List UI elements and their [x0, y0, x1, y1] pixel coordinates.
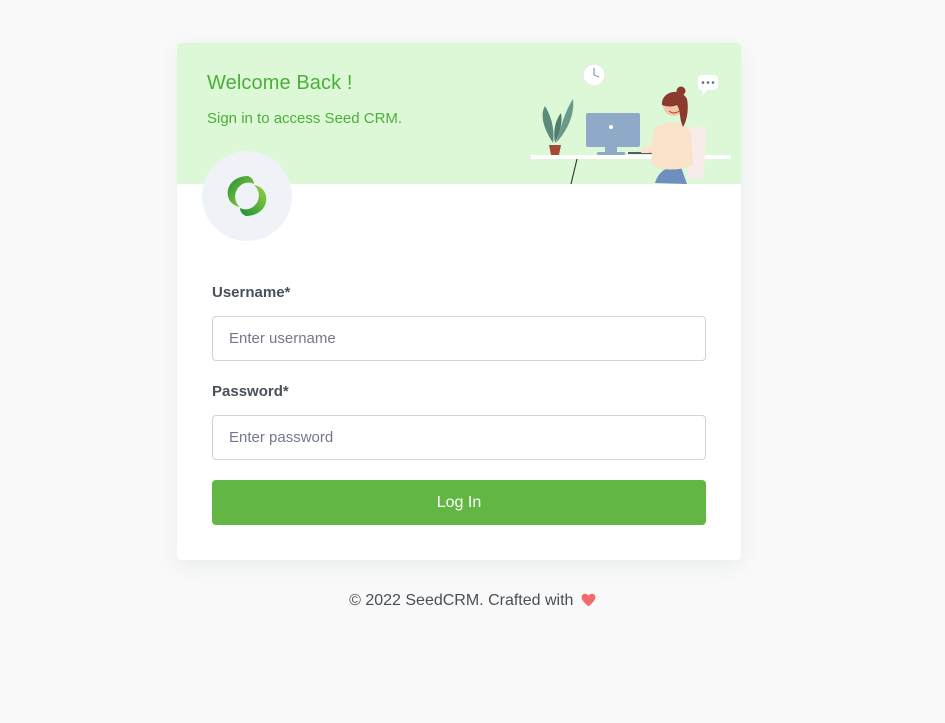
password-label: Password* [212, 383, 289, 400]
username-label: Username* [212, 284, 291, 301]
welcome-subtitle: Sign in to access Seed CRM. [207, 110, 403, 127]
workspace-illustration [531, 63, 731, 184]
footer-text: © 2022 SeedCRM. Crafted with [349, 592, 574, 609]
login-card: Welcome Back ! Sign in to access Seed CR… [177, 43, 741, 560]
plant-icon [542, 99, 574, 155]
footer: © 2022 SeedCRM. Crafted with [0, 592, 945, 612]
password-input[interactable] [212, 415, 706, 460]
monitor-icon [586, 113, 640, 155]
heart-icon [581, 593, 596, 612]
clock-icon [582, 63, 606, 87]
chat-bubble-icon [698, 75, 718, 95]
seedcrm-logo-icon [227, 176, 267, 216]
login-button[interactable]: Log In [212, 480, 706, 525]
username-input[interactable] [212, 316, 706, 361]
person-illustration [641, 86, 693, 184]
logo-badge [202, 151, 292, 241]
welcome-title: Welcome Back ! [207, 72, 353, 94]
